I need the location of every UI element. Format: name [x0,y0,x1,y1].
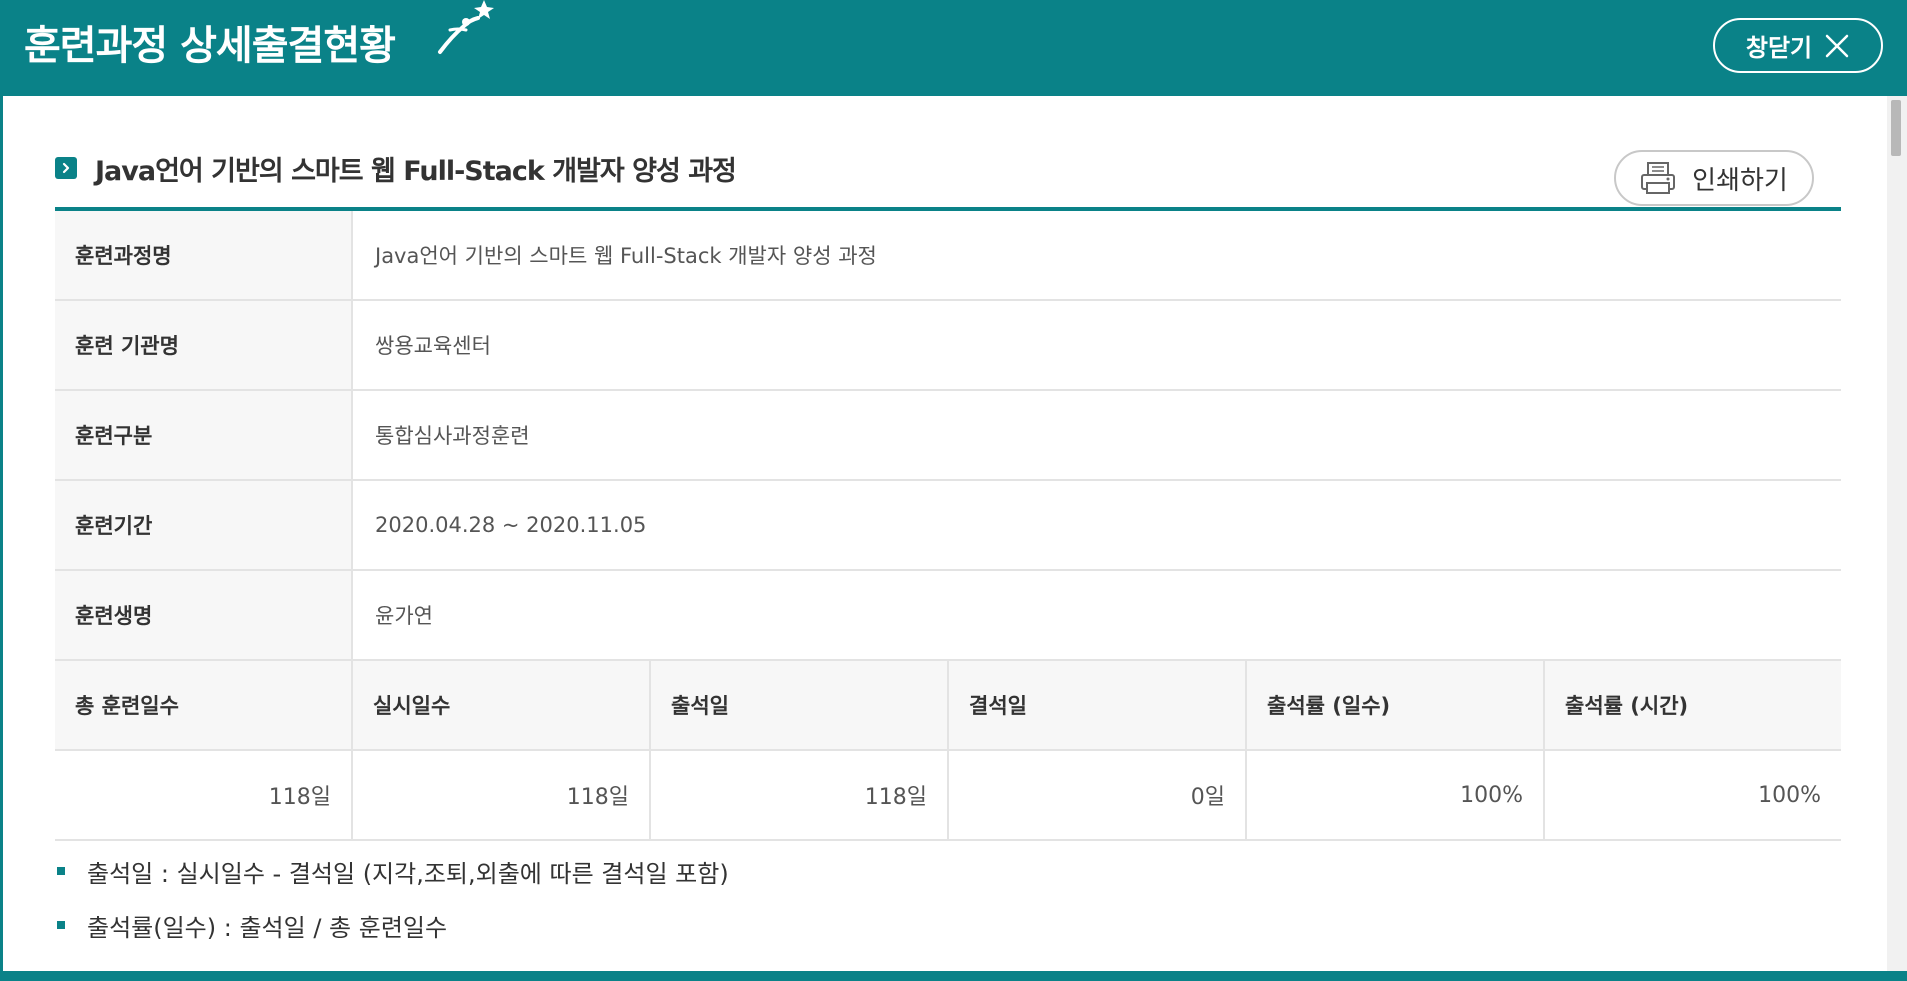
attendance-info-table: 훈련과정명 Java언어 기반의 스마트 웹 Full-Stack 개발자 양성… [55,207,1841,841]
row-label-course-name: 훈련과정명 [55,211,353,299]
note-text: 출석일 : 실시일수 - 결석일 (지각,조퇴,외출에 따른 결석일 포함) [87,859,729,888]
stats-header-absent-days: 결석일 [949,661,1247,749]
stats-header-present-days: 출석일 [651,661,949,749]
course-title: Java언어 기반의 스마트 웹 Full-Stack 개발자 양성 과정 [95,155,737,187]
square-bullet-icon [57,867,65,875]
stats-value-rate-hours: 100% [1758,782,1821,808]
content-panel: Java언어 기반의 스마트 웹 Full-Stack 개발자 양성 과정 인쇄… [3,96,1887,971]
stats-header-total-days: 총 훈련일수 [55,661,353,749]
table-row: 훈련기간 2020.04.28 ~ 2020.11.05 [55,481,1841,571]
print-button-label: 인쇄하기 [1692,165,1788,196]
printer-icon [1641,162,1676,194]
notes-list: 출석일 : 실시일수 - 결석일 (지각,조퇴,외출에 따른 결석일 포함) 출… [57,844,729,952]
square-bullet-icon [57,921,65,929]
vertical-scrollbar[interactable] [1887,96,1907,971]
row-value-trainee-name: 윤가연 [375,604,433,628]
stats-header-rate-days: 출석률 (일수) [1247,661,1545,749]
row-value-training-period: 2020.04.28 ~ 2020.11.05 [375,513,647,537]
table-row: 훈련과정명 Java언어 기반의 스마트 웹 Full-Stack 개발자 양성… [55,211,1841,301]
window-header: 훈련과정 상세출결현황 창닫기 [0,0,1907,96]
table-row: 훈련구분 통합심사과정훈련 [55,391,1841,481]
scrollbar-thumb[interactable] [1891,100,1901,156]
stats-value-held-days: 118일 [353,751,651,839]
row-label-training-type: 훈련구분 [55,391,353,479]
stats-value-rate-days: 100% [1247,751,1545,839]
stats-header-rate-hours: 출석률 (시간) [1545,661,1841,749]
list-item: 출석일 : 실시일수 - 결석일 (지각,조퇴,외출에 따른 결석일 포함) [57,844,729,898]
table-row: 훈련 기관명 쌍용교육센터 [55,301,1841,391]
stats-value-row: 118일 118일 118일 0일 100% 100% [55,751,1841,841]
close-x-icon [1825,34,1849,57]
row-label-training-period: 훈련기간 [55,481,353,569]
row-label-institution: 훈련 기관명 [55,301,353,389]
row-label-trainee-name: 훈련생명 [55,571,353,659]
chevron-right-icon [55,157,77,179]
note-text: 출석률(일수) : 출석일 / 총 훈련일수 [87,913,448,942]
close-button-label: 창닫기 [1745,34,1813,62]
window-title: 훈련과정 상세출결현황 [24,23,396,69]
print-button[interactable]: 인쇄하기 [1614,150,1814,206]
stats-value-present-days: 118일 [651,751,949,839]
stats-value-total-days: 118일 [55,751,353,839]
table-row: 훈련생명 윤가연 [55,571,1841,661]
row-value-course-name: Java언어 기반의 스마트 웹 Full-Stack 개발자 양성 과정 [375,244,877,268]
row-value-institution: 쌍용교육센터 [375,334,491,358]
list-item: 출석률(일수) : 출석일 / 총 훈련일수 [57,898,729,952]
row-value-training-type: 통합심사과정훈련 [375,424,530,448]
course-heading: Java언어 기반의 스마트 웹 Full-Stack 개발자 양성 과정 [55,148,737,188]
star-figure-icon [438,0,494,54]
close-window-button[interactable]: 창닫기 [1713,18,1883,73]
stats-header-held-days: 실시일수 [353,661,651,749]
stats-header-row: 총 훈련일수 실시일수 출석일 결석일 출석률 (일수) 출석률 (시간) [55,661,1841,751]
stats-value-absent-days: 0일 [949,751,1247,839]
